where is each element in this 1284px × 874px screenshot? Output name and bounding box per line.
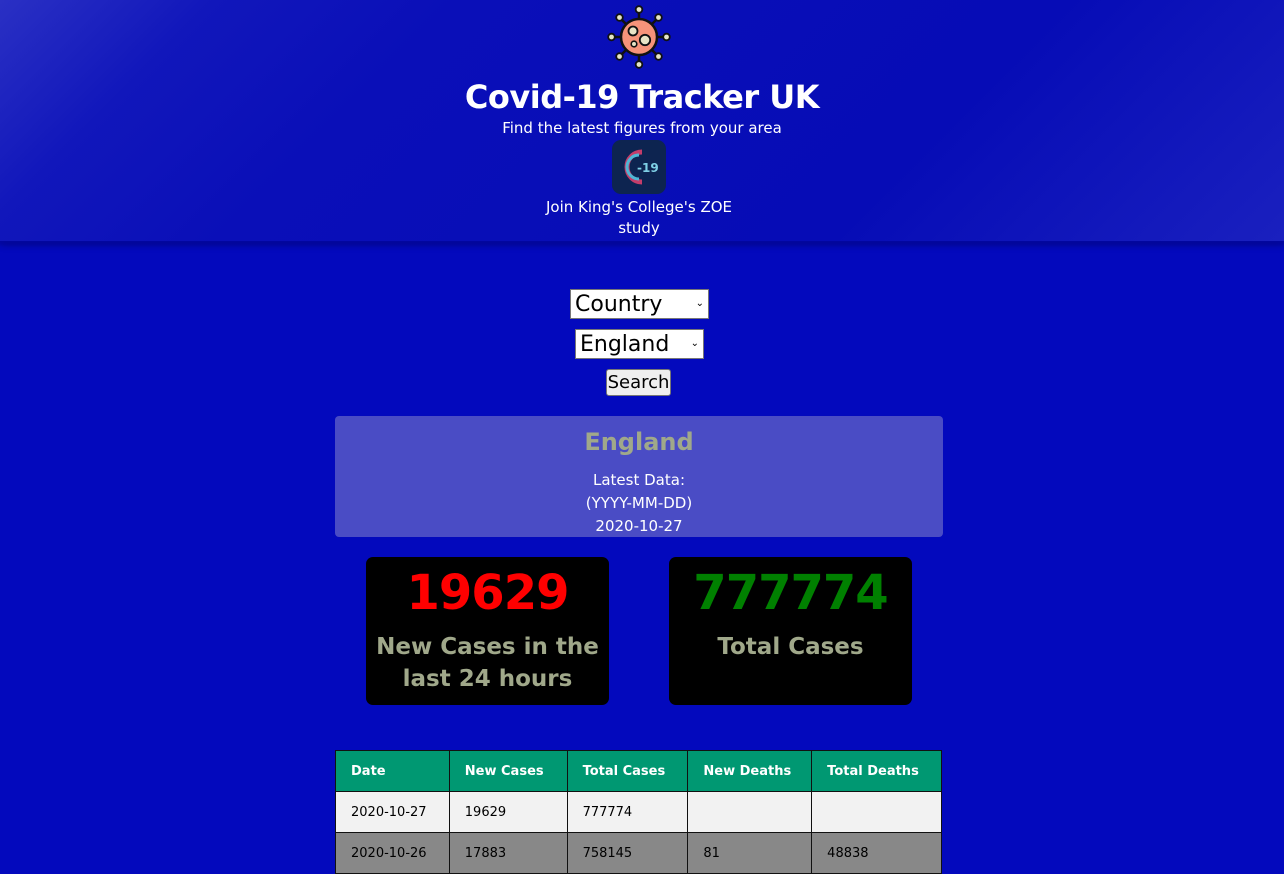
zoe-logo-text: -19 [637,161,659,175]
table-cell-date: 2020-10-26 [335,832,450,874]
table-cell-total-deaths [811,791,942,833]
table-cell-total-cases: 758145 [566,832,689,874]
chevron-down-icon: ⌄ [690,338,699,349]
column-header-date: Date [335,750,450,792]
zoe-covid-study-logo[interactable]: -19 [612,140,666,194]
app-subtitle: Find the latest figures from your area [502,119,782,137]
region-select[interactable]: England ⌄ [575,329,704,359]
table-cell-new-cases: 19629 [448,791,568,833]
app-title: Covid-19 Tracker UK [464,78,820,116]
latest-date: 2020-10-27 [595,517,683,535]
table-cell-new-deaths: 81 [687,832,813,874]
table-cell-new-cases: 17883 [448,832,568,874]
column-header-total-deaths: Total Deaths [811,750,942,792]
total-cases-card: 777774 Total Cases [669,557,912,705]
virus-icon [607,5,671,69]
table-cell-total-deaths: 48838 [811,832,942,874]
new-cases-label: New Cases in the last 24 hours [376,634,599,692]
total-cases-value: 777774 [693,565,888,621]
zoe-study-link[interactable]: Join King's College's ZOE study [539,197,739,239]
column-header-total-cases: Total Cases [566,750,689,792]
latest-data-label: Latest Data: [593,471,685,489]
zoe-logo-graphic: -19 [624,149,659,185]
table-cell-date: 2020-10-27 [335,791,450,833]
daily-figures-table: Date New Cases Total Cases New Deaths To… [335,750,942,874]
table-header-row: Date New Cases Total Cases New Deaths To… [335,750,942,792]
area-type-value: Country [575,291,663,317]
new-cases-card: 19629 New Cases in the last 24 hours [366,557,609,705]
table-row: 2020-10-26 17883 758145 81 48838 [335,832,942,874]
column-header-new-cases: New Cases [448,750,568,792]
date-format-hint: (YYYY-MM-DD) [585,494,693,512]
table-cell-new-deaths [687,791,813,833]
table-cell-total-cases: 777774 [566,791,689,833]
table-row: 2020-10-27 19629 777774 [335,791,942,833]
region-value: England [580,331,670,357]
header: Covid-19 Tracker UK Find the latest figu… [0,0,1284,247]
chevron-down-icon: ⌄ [695,298,704,309]
total-cases-label: Total Cases [717,634,864,660]
area-type-select[interactable]: Country ⌄ [570,289,709,319]
region-card: England Latest Data: (YYYY-MM-DD) 2020-1… [335,416,943,537]
search-button[interactable]: Search [606,369,671,396]
column-header-new-deaths: New Deaths [687,750,813,792]
new-cases-value: 19629 [406,565,570,621]
region-name: England [584,428,694,456]
